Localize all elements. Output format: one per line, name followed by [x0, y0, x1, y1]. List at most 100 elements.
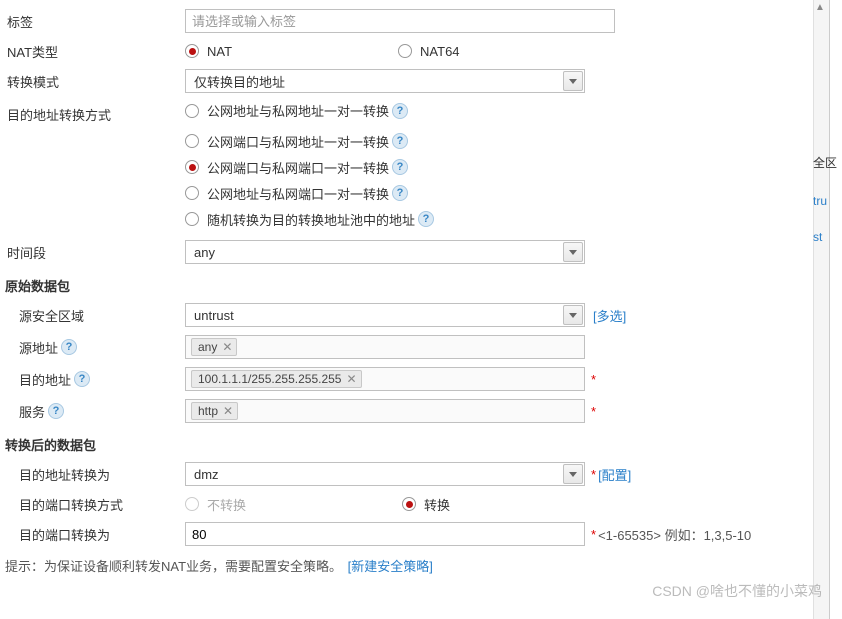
configure-link[interactable]: [配置]	[598, 465, 631, 484]
chevron-down-icon	[563, 242, 583, 262]
radio-icon	[185, 104, 199, 118]
required-asterisk: *	[591, 527, 596, 542]
select-value: any	[194, 245, 215, 260]
src-addr-row: 源地址 ? any ✕	[0, 331, 829, 363]
port-hint: <1-65535> 例如：1,3,5-10	[598, 525, 751, 544]
scroll-up-icon[interactable]: ▲	[815, 2, 827, 14]
dest-method-row: 目的地址转换方式 公网地址与私网地址一对一转换 ?	[0, 97, 829, 128]
multi-select-link[interactable]: [多选]	[593, 306, 626, 325]
convert-mode-row: 转换模式 仅转换目的地址	[0, 65, 829, 97]
tag-chip: any ✕	[191, 338, 237, 356]
radio-label: 公网端口与私网端口一对一转换	[207, 158, 389, 177]
hint-text: 提示：为保证设备顺利转发NAT业务，需要配置安全策略。	[5, 559, 342, 574]
radio-label: NAT	[207, 44, 232, 59]
nat-type-radio-nat64[interactable]: NAT64	[398, 44, 460, 59]
radio-icon	[398, 44, 412, 58]
watermark: CSDN @啥也不懂的小菜鸡	[652, 581, 822, 601]
required-asterisk: *	[591, 372, 596, 387]
dest-addr-tagbox[interactable]: 100.1.1.1/255.255.255.255 ✕	[185, 367, 585, 391]
dest-convert-row: 目的地址转换为 dmz * [配置]	[0, 458, 829, 490]
help-icon[interactable]: ?	[61, 339, 77, 355]
radio-icon	[185, 44, 199, 58]
time-period-label: 时间段	[5, 243, 185, 262]
help-icon[interactable]: ?	[74, 371, 90, 387]
dest-addr-label: 目的地址	[19, 370, 71, 389]
side-label-3[interactable]: st	[813, 230, 822, 244]
chip-text: http	[198, 404, 218, 418]
chevron-down-icon	[563, 71, 583, 91]
help-icon[interactable]: ?	[392, 133, 408, 149]
radio-label: 公网地址与私网端口一对一转换	[207, 184, 389, 203]
time-period-row: 时间段 any	[0, 236, 829, 268]
convert-mode-select[interactable]: 仅转换目的地址	[185, 69, 585, 93]
tag-input[interactable]	[185, 9, 615, 33]
select-value: 仅转换目的地址	[194, 72, 285, 91]
dest-port-value-label: 目的端口转换为	[5, 525, 185, 544]
radio-icon	[185, 497, 199, 511]
dest-method-radio-3[interactable]: 公网地址与私网端口一对一转换 ?	[185, 184, 408, 203]
chevron-down-icon	[563, 464, 583, 484]
port-method-radio-no: 不转换	[185, 495, 246, 514]
nat-config-panel: ▲ 标签 NAT类型 NAT NAT64 转换模式 仅转换目的地址	[0, 0, 830, 619]
chip-text: any	[198, 340, 217, 354]
convert-mode-label: 转换模式	[5, 72, 185, 91]
src-zone-row: 源安全区域 untrust [多选]	[0, 299, 829, 331]
required-asterisk: *	[591, 404, 596, 419]
radio-icon	[185, 212, 199, 226]
radio-icon	[402, 497, 416, 511]
scrollbar[interactable]: ▲	[813, 0, 829, 619]
close-icon[interactable]: ✕	[222, 340, 232, 354]
tag-chip: http ✕	[191, 402, 238, 420]
radio-label: 转换	[424, 495, 450, 514]
dest-port-input[interactable]	[185, 522, 585, 546]
dest-convert-select[interactable]: dmz	[185, 462, 585, 486]
side-label-2[interactable]: tru	[813, 194, 827, 208]
service-tagbox[interactable]: http ✕	[185, 399, 585, 423]
close-icon[interactable]: ✕	[346, 372, 356, 386]
dest-port-value-row: 目的端口转换为 * <1-65535> 例如：1,3,5-10	[0, 518, 829, 550]
src-addr-tagbox[interactable]: any ✕	[185, 335, 585, 359]
dest-method-radio-0[interactable]: 公网地址与私网地址一对一转换 ?	[185, 101, 408, 120]
select-value: dmz	[194, 467, 219, 482]
side-label-1: 全区	[813, 154, 837, 171]
nat-type-row: NAT类型 NAT NAT64	[0, 37, 829, 65]
help-icon[interactable]: ?	[392, 185, 408, 201]
select-value: untrust	[194, 308, 234, 323]
new-policy-link[interactable]: [新建安全策略]	[348, 559, 433, 574]
service-label: 服务	[19, 402, 45, 421]
radio-label: 公网端口与私网地址一对一转换	[207, 132, 389, 151]
dest-addr-row: 目的地址 ? 100.1.1.1/255.255.255.255 ✕ *	[0, 363, 829, 395]
service-row: 服务 ? http ✕ *	[0, 395, 829, 427]
dest-method-radio-2[interactable]: 公网端口与私网端口一对一转换 ?	[185, 158, 408, 177]
dest-port-method-row: 目的端口转换方式 不转换 转换	[0, 490, 829, 518]
help-icon[interactable]: ?	[48, 403, 64, 419]
help-icon[interactable]: ?	[418, 211, 434, 227]
radio-label: 不转换	[207, 495, 246, 514]
dest-port-method-label: 目的端口转换方式	[5, 495, 185, 514]
tag-label: 标签	[5, 12, 185, 31]
nat-type-label: NAT类型	[5, 42, 185, 61]
help-icon[interactable]: ?	[392, 159, 408, 175]
src-addr-label: 源地址	[19, 338, 58, 357]
radio-icon	[185, 134, 199, 148]
chevron-down-icon	[563, 305, 583, 325]
radio-icon	[185, 160, 199, 174]
dest-method-radio-4[interactable]: 随机转换为目的转换地址池中的地址 ?	[185, 210, 434, 229]
radio-label: 随机转换为目的转换地址池中的地址	[207, 210, 415, 229]
orig-packet-header: 原始数据包	[0, 268, 829, 299]
time-period-select[interactable]: any	[185, 240, 585, 264]
dest-convert-label: 目的地址转换为	[5, 465, 185, 484]
tag-chip: 100.1.1.1/255.255.255.255 ✕	[191, 370, 362, 388]
dest-method-radio-1[interactable]: 公网端口与私网地址一对一转换 ?	[185, 132, 408, 151]
port-method-radio-yes[interactable]: 转换	[402, 495, 450, 514]
dest-method-label: 目的地址转换方式	[5, 101, 185, 124]
help-icon[interactable]: ?	[392, 103, 408, 119]
close-icon[interactable]: ✕	[223, 404, 233, 418]
nat-type-radio-nat[interactable]: NAT	[185, 44, 232, 59]
src-zone-select[interactable]: untrust	[185, 303, 585, 327]
bottom-hint: 提示：为保证设备顺利转发NAT业务，需要配置安全策略。 [新建安全策略]	[0, 550, 829, 581]
src-zone-label: 源安全区域	[5, 306, 185, 325]
radio-icon	[185, 186, 199, 200]
radio-label: NAT64	[420, 44, 460, 59]
tag-row: 标签	[0, 5, 829, 37]
